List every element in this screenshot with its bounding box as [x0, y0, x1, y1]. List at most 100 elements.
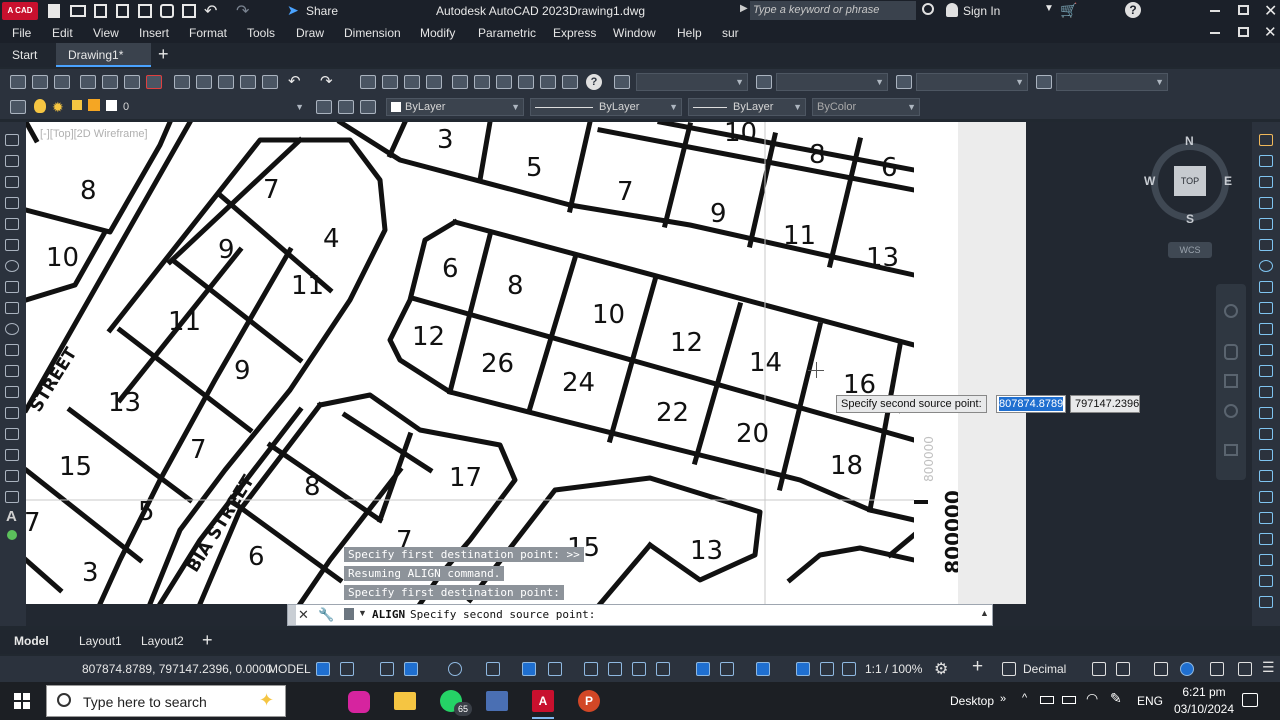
lineweight-icon[interactable] — [584, 662, 598, 676]
copy-icon[interactable] — [196, 75, 212, 89]
explode-icon[interactable] — [1259, 491, 1273, 503]
tab-drawing1[interactable]: Drawing1* — [56, 43, 151, 67]
orbit-icon[interactable] — [1224, 404, 1238, 418]
autocad-taskbar-icon[interactable]: A — [532, 690, 554, 712]
language-indicator[interactable]: ENG — [1137, 694, 1163, 708]
mirror-icon[interactable] — [1259, 176, 1273, 188]
tab-layout2[interactable]: Layout2 — [141, 634, 184, 648]
command-line[interactable]: ✕ 🔧 ▼ ALIGN Specify second source point:… — [287, 604, 993, 626]
menu-dimension[interactable]: Dimension — [344, 26, 401, 40]
revcloud-icon[interactable] — [5, 281, 19, 293]
layer-lock-icon[interactable] — [88, 99, 100, 111]
sign-in-button[interactable]: Sign In — [963, 4, 1000, 18]
plus-icon[interactable]: + — [972, 656, 983, 678]
dynamic-ucs-icon[interactable] — [656, 662, 670, 676]
workspace-icon[interactable] — [756, 662, 770, 676]
layer-unlock-icon[interactable] — [72, 100, 82, 110]
units-icon[interactable] — [1002, 662, 1016, 676]
file-explorer-icon[interactable] — [394, 692, 416, 710]
redo-icon-2[interactable]: ↷ — [320, 72, 333, 90]
coordinate-readout[interactable]: 807874.8789, 797147.2396, 0.0000 — [82, 662, 272, 676]
zoom-window-icon[interactable] — [404, 75, 420, 89]
chevron-right-icon[interactable]: ▶ — [740, 3, 748, 14]
share-button[interactable]: Share — [306, 4, 338, 18]
clock-date[interactable]: 03/10/2024 — [1168, 702, 1240, 716]
help-icon-2[interactable]: ? — [586, 74, 602, 90]
polar-icon[interactable] — [404, 662, 418, 676]
point-icon[interactable] — [5, 407, 19, 419]
menu-tools[interactable]: Tools — [247, 26, 275, 40]
compass-west[interactable]: W — [1144, 174, 1155, 188]
annotation-visibility-icon[interactable] — [696, 662, 710, 676]
insert-block-icon[interactable] — [5, 365, 19, 377]
rectangle-icon[interactable] — [5, 218, 19, 230]
add-selected-icon[interactable] — [7, 530, 17, 540]
menu-help[interactable]: Help — [677, 26, 702, 40]
autoscale-icon[interactable] — [720, 662, 734, 676]
compass-east[interactable]: E — [1224, 174, 1232, 188]
copy-object-icon[interactable] — [1259, 155, 1273, 167]
app-badge[interactable]: A CAD — [2, 2, 38, 20]
undo-icon-2[interactable]: ↶ — [288, 72, 301, 90]
viewport-label[interactable]: [-][Top][2D Wireframe] — [40, 128, 148, 140]
user-icon[interactable] — [946, 3, 958, 17]
share-icon[interactable]: ➤ — [287, 2, 299, 19]
desktop-chevron-icon[interactable]: » — [1000, 693, 1006, 705]
dynamic-input-x[interactable]: 807874.8789 — [996, 395, 1066, 413]
layer-thaw-icon[interactable]: ✹ — [52, 99, 64, 116]
dynamic-input-y[interactable]: 797147.2396 — [1070, 395, 1140, 413]
circle-icon[interactable] — [5, 260, 19, 272]
line-icon[interactable] — [5, 134, 19, 146]
rotate-icon[interactable] — [1259, 260, 1273, 272]
properties-match-icon[interactable] — [1259, 575, 1273, 587]
arc-icon[interactable] — [5, 239, 19, 251]
layer-previous-icon[interactable] — [338, 100, 354, 114]
clean-screen-icon[interactable] — [1210, 662, 1224, 676]
layer-properties-icon[interactable] — [10, 100, 26, 114]
showmotion-icon[interactable] — [1224, 444, 1238, 456]
linetype-combo[interactable]: ByLayer ▼ — [530, 98, 682, 116]
mleaderstyle-icon[interactable] — [1036, 75, 1052, 89]
search-field[interactable]: Type a keyword or phrase — [750, 1, 916, 20]
pen-icon[interactable]: ✎ — [1110, 690, 1122, 707]
erase-icon[interactable] — [1259, 134, 1273, 146]
grid-icon[interactable] — [316, 662, 330, 676]
add-tab-button[interactable]: + — [158, 44, 169, 65]
tray-up-icon[interactable]: ^ — [1022, 692, 1027, 704]
make-current-icon[interactable] — [316, 100, 332, 114]
layer-match-icon[interactable] — [360, 100, 376, 114]
print-icon[interactable] — [80, 75, 96, 89]
cart-icon[interactable]: 🛒 — [1060, 2, 1077, 19]
qopen-icon[interactable] — [32, 75, 48, 89]
plot-icon-2[interactable] — [124, 75, 140, 89]
wcs-menu[interactable]: WCS — [1168, 242, 1212, 258]
layer-combo[interactable]: 0 ▼ — [118, 98, 308, 116]
add-layout-button[interactable]: + — [202, 630, 213, 651]
command-dropdown-icon[interactable]: ▼ — [358, 608, 367, 618]
zoom-realtime-icon[interactable] — [382, 75, 398, 89]
units-selector[interactable]: Decimal — [1023, 662, 1066, 676]
array-icon[interactable] — [1259, 218, 1273, 230]
preview-icon[interactable] — [102, 75, 118, 89]
doc-close-icon[interactable]: ✕ — [1264, 23, 1277, 41]
table-icon[interactable] — [5, 491, 19, 503]
selection-cycling-icon[interactable] — [632, 662, 646, 676]
quick-properties-icon[interactable] — [1092, 662, 1106, 676]
blend-icon[interactable] — [1259, 470, 1273, 482]
scale-icon[interactable] — [1259, 281, 1273, 293]
xline-icon[interactable] — [5, 155, 19, 167]
compass-south[interactable]: S — [1186, 212, 1194, 226]
matchprop-icon[interactable] — [240, 75, 256, 89]
menu-file[interactable]: File — [12, 26, 31, 40]
snap-icon[interactable] — [340, 662, 354, 676]
draworder-icon[interactable] — [1259, 554, 1273, 566]
fullscreen-icon[interactable] — [1238, 662, 1252, 676]
customize-wrench-icon[interactable]: 🔧 — [318, 607, 334, 623]
steering-wheel-icon[interactable] — [1224, 304, 1238, 318]
compass-north[interactable]: N — [1185, 134, 1194, 148]
close-command-line-icon[interactable]: ✕ — [298, 607, 309, 623]
qsave-icon[interactable] — [54, 75, 70, 89]
menu-express[interactable]: Express — [553, 26, 596, 40]
block-icon[interactable] — [262, 75, 278, 89]
menu-window[interactable]: Window — [613, 26, 656, 40]
